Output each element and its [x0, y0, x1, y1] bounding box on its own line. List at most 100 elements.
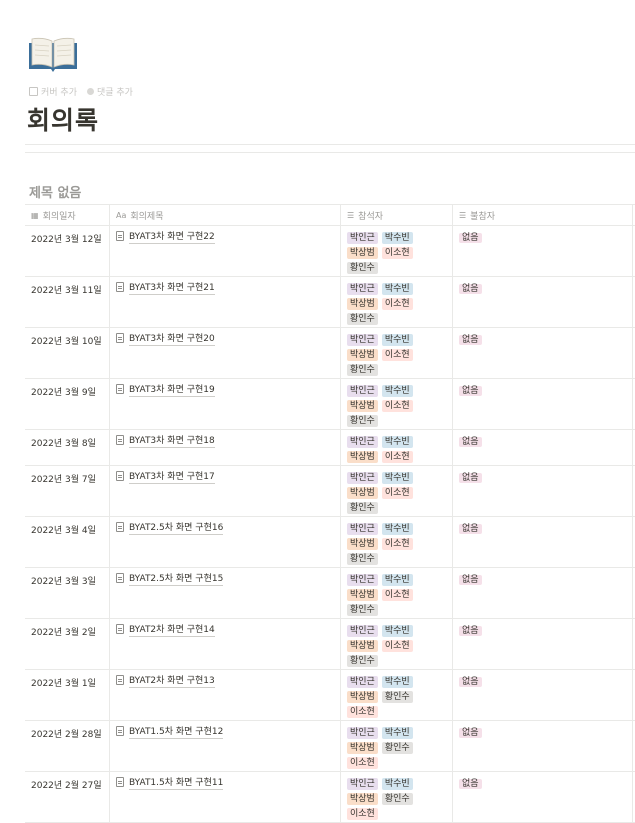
table-row[interactable]: 2022년 3월 2일 BYAT2차 화면 구현14 박인근 박수빈 박상범 이소현 황인수…: [25, 619, 635, 670]
page-link[interactable]: BYAT3차 화면 구현21: [116, 282, 340, 295]
cell-title[interactable]: BYAT3차 화면 구현22: [110, 226, 341, 276]
cell-date[interactable]: 2022년 3월 8일: [25, 430, 110, 465]
page-link[interactable]: BYAT1.5차 화면 구현11: [116, 777, 340, 790]
page-link-text[interactable]: BYAT3차 화면 구현22: [129, 232, 215, 244]
attendee-tag: 박상범: [347, 451, 378, 463]
page-link[interactable]: BYAT3차 화면 구현19: [116, 384, 340, 397]
cell-attendees[interactable]: 박인근 박수빈 박상범 이소현 황인수: [341, 328, 453, 378]
cell-title[interactable]: BYAT2.5차 화면 구현16: [110, 517, 341, 567]
page-link-text[interactable]: BYAT3차 화면 구현20: [129, 334, 215, 346]
attendee-tag: 박인근: [347, 778, 378, 790]
cell-absent[interactable]: 없음: [453, 772, 633, 822]
page-link-text[interactable]: BYAT3차 화면 구현18: [129, 436, 215, 448]
open-book-icon[interactable]: [27, 35, 79, 73]
cell-title[interactable]: BYAT3차 화면 구현17: [110, 466, 341, 516]
cell-date[interactable]: 2022년 3월 1일: [25, 670, 110, 720]
page-link[interactable]: BYAT1.5차 화면 구현12: [116, 726, 340, 739]
page-link[interactable]: BYAT2차 화면 구현13: [116, 675, 340, 688]
cell-date[interactable]: 2022년 3월 4일: [25, 517, 110, 567]
cell-title[interactable]: BYAT3차 화면 구현18: [110, 430, 341, 465]
cell-date[interactable]: 2022년 2월 27일: [25, 772, 110, 822]
cell-title[interactable]: BYAT3차 화면 구현20: [110, 328, 341, 378]
cell-date[interactable]: 2022년 3월 2일: [25, 619, 110, 669]
table-row[interactable]: 2022년 3월 3일 BYAT2.5차 화면 구현15 박인근 박수빈 박상범 이소현 황…: [25, 568, 635, 619]
cell-date[interactable]: 2022년 2월 28일: [25, 721, 110, 771]
cell-attendees[interactable]: 박인근 박수빈 박상범 이소현 황인수: [341, 517, 453, 567]
cell-title[interactable]: BYAT3차 화면 구현21: [110, 277, 341, 327]
add-cover-button[interactable]: 커버 추가: [29, 85, 77, 98]
page-link-text[interactable]: BYAT3차 화면 구현21: [129, 283, 215, 295]
cell-absent[interactable]: 없음: [453, 226, 633, 276]
column-header-attendees[interactable]: ☰ 참석자: [341, 205, 453, 225]
page-link[interactable]: BYAT3차 화면 구현20: [116, 333, 340, 346]
cell-title[interactable]: BYAT2.5차 화면 구현15: [110, 568, 341, 618]
cell-attendees[interactable]: 박인근 박수빈 박상범 황인수 이소현: [341, 670, 453, 720]
cell-date[interactable]: 2022년 3월 7일: [25, 466, 110, 516]
page-link[interactable]: BYAT3차 화면 구현18: [116, 435, 340, 448]
cell-date[interactable]: 2022년 3월 12일: [25, 226, 110, 276]
page-link-text[interactable]: BYAT1.5차 화면 구현12: [129, 727, 224, 739]
cell-title[interactable]: BYAT1.5차 화면 구현11: [110, 772, 341, 822]
cell-absent[interactable]: 없음: [453, 619, 633, 669]
add-comment-button[interactable]: 댓글 추가: [86, 85, 133, 98]
cell-absent[interactable]: 없음: [453, 517, 633, 567]
cell-date[interactable]: 2022년 3월 11일: [25, 277, 110, 327]
table-row[interactable]: 2022년 3월 11일 BYAT3차 화면 구현21 박인근 박수빈 박상범 이소현 황인…: [25, 277, 635, 328]
page-title[interactable]: 회의록: [27, 101, 99, 137]
column-header-title[interactable]: Aa 회의제목: [110, 205, 341, 225]
cell-title[interactable]: BYAT1.5차 화면 구현12: [110, 721, 341, 771]
cell-absent[interactable]: 없음: [453, 328, 633, 378]
cell-absent[interactable]: 없음: [453, 568, 633, 618]
cell-date[interactable]: 2022년 3월 10일: [25, 328, 110, 378]
cell-absent[interactable]: 없음: [453, 466, 633, 516]
cell-attendees[interactable]: 박인근 박수빈 박상범 이소현: [341, 430, 453, 465]
cell-title[interactable]: BYAT2차 화면 구현13: [110, 670, 341, 720]
column-header-label: 회의일자: [42, 211, 76, 222]
table-row[interactable]: 2022년 3월 10일 BYAT3차 화면 구현20 박인근 박수빈 박상범 이소현 황인…: [25, 328, 635, 379]
cell-attendees[interactable]: 박인근 박수빈 박상범 이소현 황인수: [341, 466, 453, 516]
cell-attendees[interactable]: 박인근 박수빈 박상범 이소현 황인수: [341, 619, 453, 669]
table-row[interactable]: 2022년 3월 7일 BYAT3차 화면 구현17 박인근 박수빈 박상범 이소현 황인수…: [25, 466, 635, 517]
table-row[interactable]: 2022년 3월 1일 BYAT2차 화면 구현13 박인근 박수빈 박상범 황인수 이소현…: [25, 670, 635, 721]
cell-absent[interactable]: 없음: [453, 721, 633, 771]
page-link[interactable]: BYAT2.5차 화면 구현16: [116, 522, 340, 535]
cell-attendees[interactable]: 박인근 박수빈 박상범 이소현 황인수: [341, 226, 453, 276]
page-link[interactable]: BYAT3차 화면 구현17: [116, 471, 340, 484]
attendee-tag: 박수빈: [381, 676, 413, 688]
cell-attendees[interactable]: 박인근 박수빈 박상범 황인수 이소현: [341, 772, 453, 822]
cell-absent[interactable]: 없음: [453, 670, 633, 720]
cell-date[interactable]: 2022년 3월 9일: [25, 379, 110, 429]
cell-title[interactable]: BYAT3차 화면 구현19: [110, 379, 341, 429]
page-link[interactable]: BYAT2차 화면 구현14: [116, 624, 340, 637]
cell-title[interactable]: BYAT2차 화면 구현14: [110, 619, 341, 669]
table-row[interactable]: 2022년 2월 28일 BYAT1.5차 화면 구현12 박인근 박수빈 박상범 황인수…: [25, 721, 635, 772]
cell-attendees[interactable]: 박인근 박수빈 박상범 이소현 황인수: [341, 379, 453, 429]
page-link-text[interactable]: BYAT3차 화면 구현17: [129, 472, 215, 484]
absent-tag: 없음: [459, 626, 482, 636]
table-row[interactable]: 2022년 3월 9일 BYAT3차 화면 구현19 박인근 박수빈 박상범 이소현 황인수…: [25, 379, 635, 430]
page-link-text[interactable]: BYAT1.5차 화면 구현11: [129, 778, 224, 790]
column-header-date[interactable]: ▦ 회의일자: [25, 205, 110, 225]
cell-absent[interactable]: 없음: [453, 379, 633, 429]
tag-list: 박인근 박수빈 박상범 이소현 황인수: [347, 283, 427, 325]
table-row[interactable]: 2022년 3월 12일 BYAT3차 화면 구현22 박인근 박수빈 박상범 이소현 황인…: [25, 226, 635, 277]
table-row[interactable]: 2022년 2월 27일 BYAT1.5차 화면 구현11 박인근 박수빈 박상범 황인수…: [25, 772, 635, 823]
page-link[interactable]: BYAT2.5차 화면 구현15: [116, 573, 340, 586]
cell-absent[interactable]: 없음: [453, 277, 633, 327]
cell-absent[interactable]: 없음: [453, 430, 633, 465]
page-link-text[interactable]: BYAT2.5차 화면 구현15: [129, 574, 224, 586]
column-header-absent[interactable]: ☰ 불참자: [453, 205, 633, 225]
page-link-text[interactable]: BYAT3차 화면 구현19: [129, 385, 215, 397]
table-row[interactable]: 2022년 3월 8일 BYAT3차 화면 구현18 박인근 박수빈 박상범 이소현 없음: [25, 430, 635, 466]
cell-date[interactable]: 2022년 3월 3일: [25, 568, 110, 618]
page-link-text[interactable]: BYAT2.5차 화면 구현16: [129, 523, 224, 535]
cell-attendees[interactable]: 박인근 박수빈 박상범 이소현 황인수: [341, 277, 453, 327]
table-row[interactable]: 2022년 3월 4일 BYAT2.5차 화면 구현16 박인근 박수빈 박상범 이소현 황…: [25, 517, 635, 568]
database-view-title[interactable]: 제목 없음: [29, 182, 81, 201]
cell-attendees[interactable]: 박인근 박수빈 박상범 황인수 이소현: [341, 721, 453, 771]
page-link-text[interactable]: BYAT2차 화면 구현14: [129, 625, 215, 637]
attendee-tag: 박수빈: [381, 232, 413, 244]
page-link-text[interactable]: BYAT2차 화면 구현13: [129, 676, 215, 688]
page-link[interactable]: BYAT3차 화면 구현22: [116, 231, 340, 244]
cell-attendees[interactable]: 박인근 박수빈 박상범 이소현 황인수: [341, 568, 453, 618]
